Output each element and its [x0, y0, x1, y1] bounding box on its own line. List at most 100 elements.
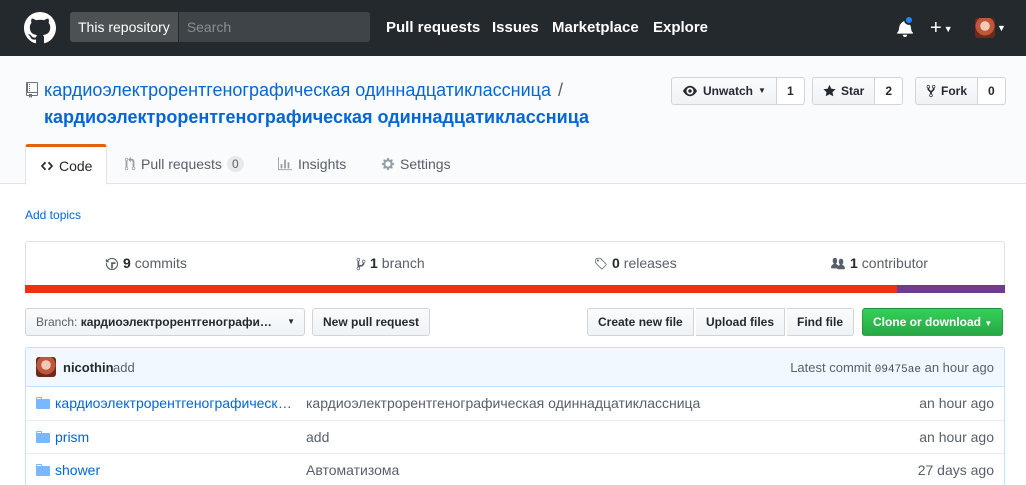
tab-code-label: Code: [59, 157, 93, 174]
branch-prefix: Branch:: [36, 315, 78, 329]
gear-icon: [381, 157, 395, 171]
branch-count: 1: [370, 255, 378, 271]
new-pull-request-button[interactable]: New pull request: [312, 308, 431, 336]
branches-summary[interactable]: 1 branch: [356, 242, 425, 285]
contributors-summary[interactable]: 1 contributor: [830, 242, 928, 285]
search-input[interactable]: [178, 12, 370, 42]
clone-or-download-label: Clone or download: [873, 315, 981, 329]
folder-icon: [36, 397, 50, 409]
commit-age: an hour ago: [924, 360, 994, 375]
star-button[interactable]: Star: [812, 77, 876, 105]
chevron-down-icon: ▼: [943, 23, 953, 34]
user-menu[interactable]: ▼: [975, 18, 1006, 38]
tag-icon: [595, 257, 607, 269]
history-icon: [105, 257, 119, 270]
branch-select-button[interactable]: Branch: кардиоэлектрорентгенографи… ▼: [25, 308, 305, 336]
tab-insights-label: Insights: [298, 156, 347, 172]
releases-summary[interactable]: 0 releases: [594, 242, 677, 285]
chevron-down-icon: ▼: [984, 319, 993, 328]
pull-request-icon: [124, 157, 136, 171]
file-commit-message[interactable]: Автоматизома: [306, 462, 399, 478]
unwatch-label: Unwatch: [703, 84, 754, 98]
file-row: кардиоэлектрорентгенографическая одиннад…: [26, 387, 1004, 420]
people-icon: [831, 257, 845, 269]
find-file-button[interactable]: Find file: [787, 308, 854, 336]
site-header: This repository Pull requests Issues Mar…: [0, 0, 1026, 56]
file-age: 27 days ago: [917, 462, 994, 478]
commit-message[interactable]: add: [113, 360, 135, 375]
file-row: shower Автоматизома 27 days ago: [26, 453, 1004, 485]
stars-count[interactable]: 2: [875, 77, 904, 105]
add-topics-link[interactable]: Add topics: [25, 208, 81, 222]
tab-code[interactable]: Code: [25, 144, 108, 185]
releases-count: 0: [612, 255, 620, 271]
commit-author[interactable]: nicothin: [63, 360, 114, 375]
contributor-count: 1: [850, 255, 858, 271]
site-search: This repository: [70, 12, 370, 42]
commit-meta: Latest commit 09475ae an hour ago: [790, 360, 994, 376]
commit-sha[interactable]: 09475ae: [875, 364, 921, 376]
create-new-file-button[interactable]: Create new file: [587, 308, 694, 336]
tab-settings[interactable]: Settings: [367, 144, 465, 184]
fork-group: Fork 0: [915, 77, 1006, 105]
contributor-label: contributor: [861, 255, 928, 271]
watch-group: Unwatch ▼ 1: [671, 77, 805, 105]
folder-icon: [36, 464, 50, 476]
branch-name: кардиоэлектрорентгенографи…: [80, 315, 272, 329]
file-list: кардиоэлектрорентгенографическая одиннад…: [25, 387, 1005, 485]
repo-name-link[interactable]: кардиоэлектрорентгенографическая одиннад…: [44, 107, 589, 127]
repo-icon: [26, 82, 38, 98]
create-new-menu[interactable]: + ▼: [930, 16, 953, 41]
tab-pull-requests[interactable]: Pull requests 0: [110, 144, 258, 184]
clone-or-download-button[interactable]: Clone or download ▼: [862, 308, 1004, 336]
repo-title: кардиоэлектрорентгенографическая одиннад…: [44, 77, 644, 131]
file-age: an hour ago: [919, 429, 994, 445]
branch-icon: [356, 257, 366, 270]
branch-label: branch: [381, 255, 425, 271]
folder-icon: [36, 431, 50, 443]
chevron-down-icon: ▼: [997, 23, 1006, 33]
repo-path-separator: /: [558, 80, 564, 100]
eye-icon: [683, 85, 697, 97]
repo-owner-link[interactable]: кардиоэлектрорентгенографическая одиннад…: [44, 80, 551, 100]
file-commit-message[interactable]: add: [306, 429, 329, 445]
forks-count[interactable]: 0: [978, 77, 1006, 105]
file-row: prism add an hour ago: [26, 420, 1004, 453]
commits-count: 9: [123, 255, 131, 271]
file-name-link[interactable]: shower: [55, 462, 295, 478]
tab-insights[interactable]: Insights: [263, 144, 360, 184]
nav-marketplace[interactable]: Marketplace: [552, 19, 639, 37]
language-bar-segment: [897, 285, 1005, 293]
unwatch-button[interactable]: Unwatch ▼: [671, 77, 777, 105]
language-bar[interactable]: [25, 285, 1005, 293]
user-avatar: [975, 18, 995, 38]
commit-author-avatar[interactable]: [36, 357, 56, 377]
github-logo-icon[interactable]: [24, 12, 56, 44]
commits-label: commits: [134, 255, 187, 271]
fork-icon: [926, 84, 936, 98]
search-scope-label: This repository: [70, 12, 179, 42]
watchers-count[interactable]: 1: [776, 77, 805, 105]
commits-summary[interactable]: 9 commits: [105, 242, 187, 285]
fork-button[interactable]: Fork: [915, 77, 979, 105]
file-name-link[interactable]: кардиоэлектрорентгенографическая одиннад…: [55, 395, 295, 411]
file-commit-message[interactable]: кардиоэлектрорентгенографическая одиннад…: [306, 395, 700, 411]
tab-pull-requests-label: Pull requests: [141, 156, 222, 172]
latest-commit-prefix: Latest commit: [790, 360, 872, 375]
language-bar-segment: [25, 285, 898, 293]
star-label: Star: [841, 84, 865, 98]
star-group: Star 2: [812, 77, 904, 105]
fork-label: Fork: [941, 84, 968, 98]
releases-label: releases: [623, 255, 677, 271]
plus-icon: +: [930, 17, 942, 39]
file-name-link[interactable]: prism: [55, 429, 295, 445]
graph-icon: [278, 157, 292, 171]
nav-pull-requests[interactable]: Pull requests: [386, 19, 480, 37]
upload-files-button[interactable]: Upload files: [696, 308, 786, 336]
star-icon: [823, 84, 836, 97]
nav-issues[interactable]: Issues: [492, 19, 539, 37]
code-icon: [40, 161, 54, 170]
file-age: an hour ago: [919, 395, 994, 411]
unread-notification-dot: [904, 15, 914, 25]
nav-explore[interactable]: Explore: [653, 19, 708, 37]
